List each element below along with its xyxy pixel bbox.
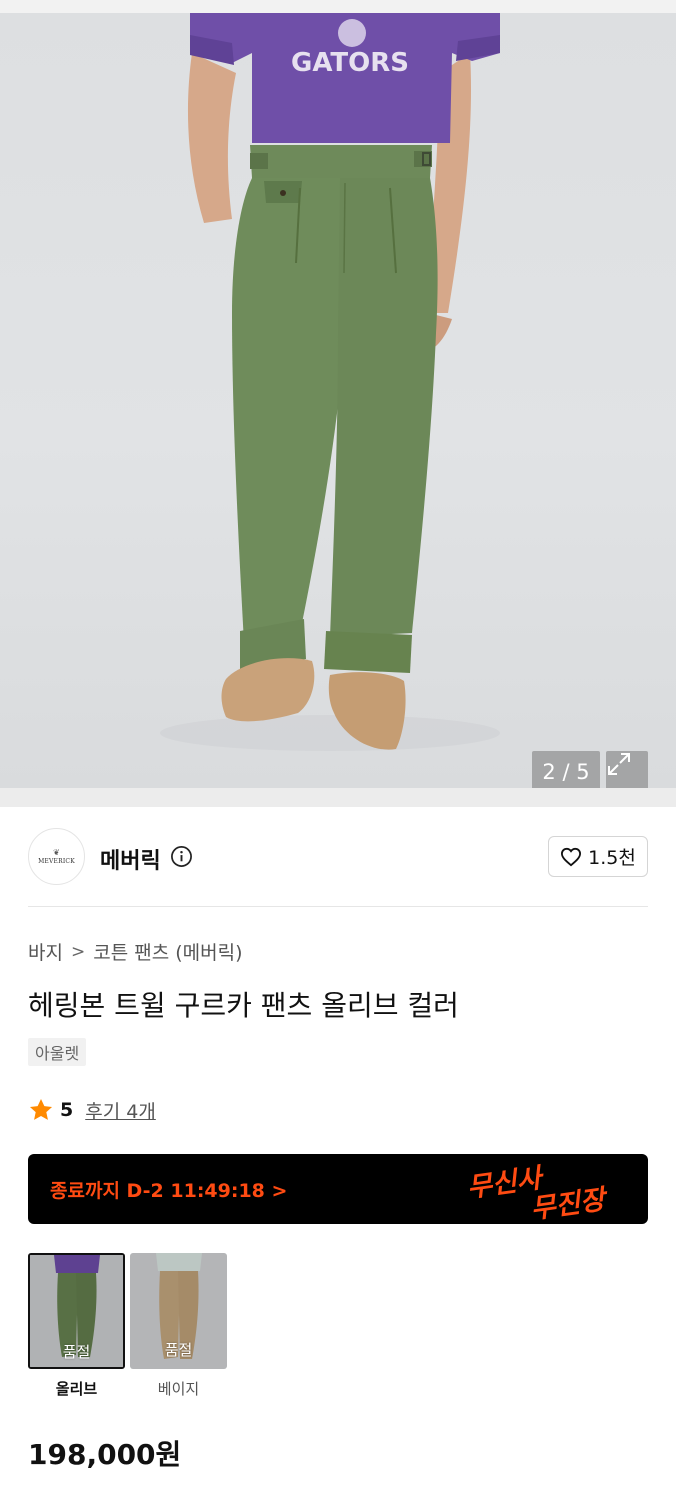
shirt-print: GATORS [291, 48, 409, 78]
breadcrumb: 바지 > 코튼 팬츠 (메버릭) [28, 938, 242, 965]
brand-logo[interactable]: ❦ MEVERICK [28, 828, 85, 885]
sold-out-label: 품절 [164, 1341, 193, 1359]
heart-icon [561, 847, 582, 866]
brand-row: ❦ MEVERICK 메버릭 1.5천 [28, 828, 648, 886]
brand-crest-icon: ❦ [53, 847, 60, 857]
brand-name[interactable]: 메버릭 [100, 843, 161, 875]
product-photo: GATORS [160, 13, 500, 751]
rating-row: 5 후기 4개 [28, 1095, 156, 1125]
countdown-text: 종료까지 D-2 11:49:18 > [50, 1180, 288, 1202]
color-swatch-olive[interactable]: 품절 [28, 1253, 125, 1369]
breadcrumb-subcategory[interactable]: 코튼 팬츠 (메버릭) [93, 938, 242, 965]
review-link[interactable]: 후기 4개 [85, 1097, 156, 1124]
expand-icon [608, 753, 630, 775]
outlet-badge: 아울렛 [28, 1038, 87, 1066]
like-button[interactable]: 1.5천 [548, 836, 648, 877]
expand-image-button[interactable] [606, 751, 648, 788]
color-swatch-beige[interactable]: 품절 [130, 1253, 227, 1369]
rating-score: 5 [60, 1099, 74, 1121]
sold-out-label: 품절 [62, 1343, 91, 1361]
breadcrumb-category[interactable]: 바지 [28, 938, 63, 965]
product-image[interactable]: GATORS 2 / 5 [0, 13, 676, 788]
image-counter: 2 / 5 [532, 751, 600, 788]
top-strip [0, 0, 676, 13]
info-icon[interactable] [170, 845, 193, 868]
section-gap [0, 788, 676, 807]
like-count: 1.5천 [588, 847, 636, 869]
product-title: 헤링본 트윌 구르카 팬츠 올리브 컬러 [28, 989, 459, 1022]
musinsa-mujinjang-logo: 무신사 무진장 [465, 1162, 611, 1224]
color-label-olive: 올리브 [55, 1380, 98, 1398]
product-price: 198,000원 [28, 1438, 182, 1471]
promo-banner[interactable]: 종료까지 D-2 11:49:18 > 무신사 무진장 [28, 1154, 648, 1224]
brand-logo-text: MEVERICK [38, 857, 75, 865]
color-label-beige: 베이지 [157, 1380, 200, 1398]
star-icon [29, 1098, 53, 1120]
divider [28, 906, 648, 907]
breadcrumb-separator: > [70, 941, 86, 962]
